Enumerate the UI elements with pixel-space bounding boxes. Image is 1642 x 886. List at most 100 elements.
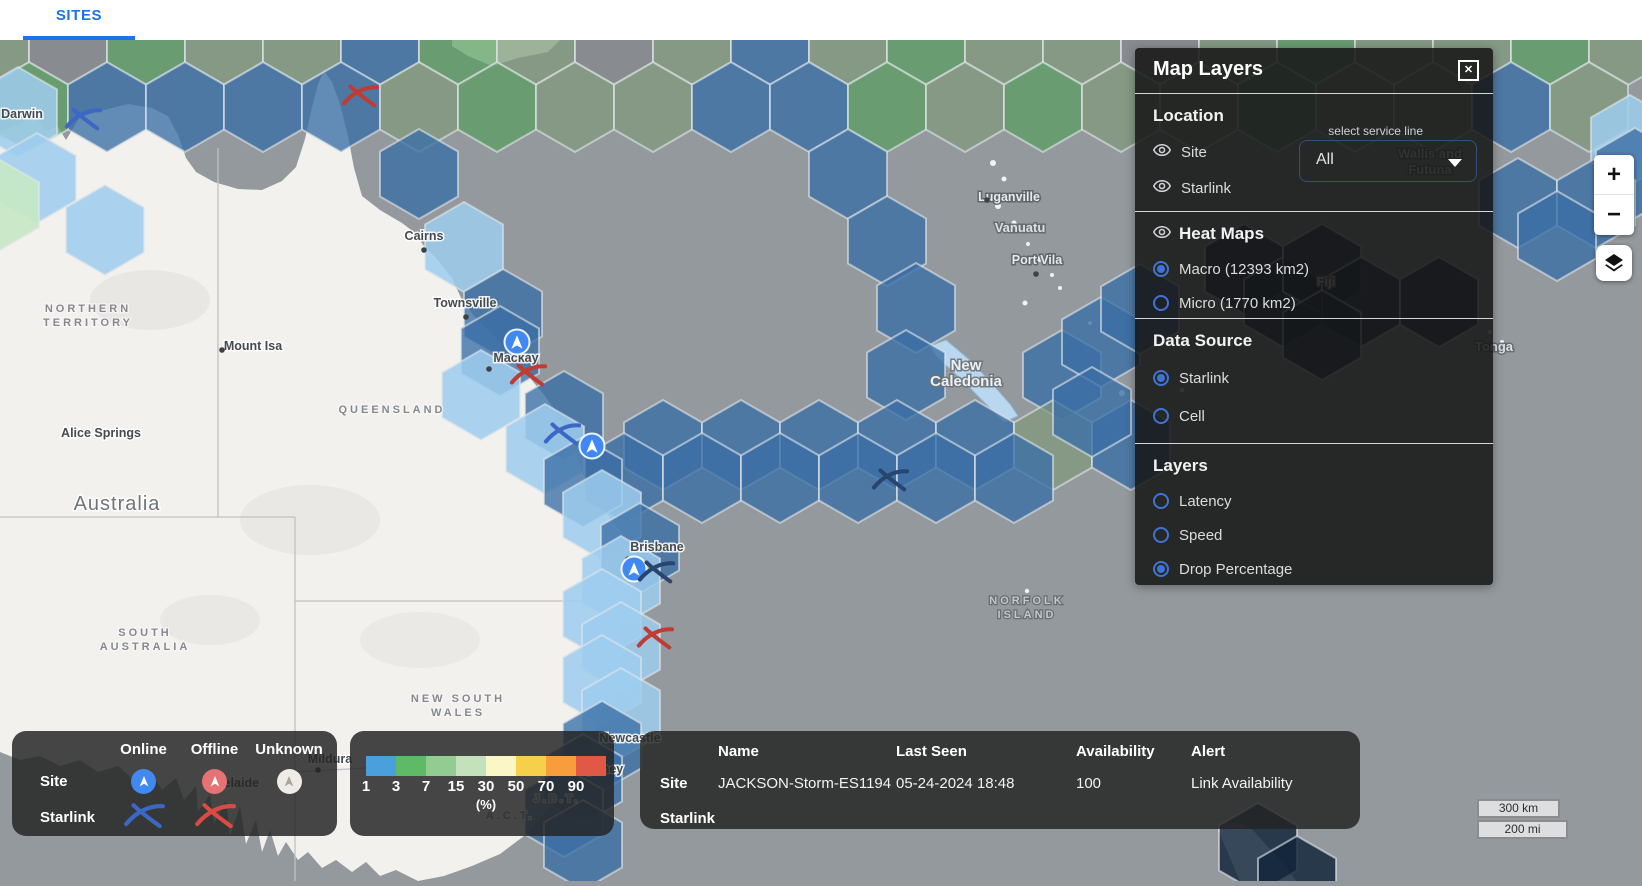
info-header-last-seen: Last Seen (896, 738, 1076, 766)
radio-row-latency[interactable]: Latency (1153, 484, 1475, 518)
radio-button[interactable] (1153, 561, 1169, 577)
map-label-queensland: QUEENSLAND (338, 404, 445, 416)
legend-row-label: Starlink (12, 799, 108, 835)
color-scale-unit: (%) (366, 797, 606, 812)
radio-label: Latency (1179, 493, 1232, 510)
legend-column-online: Online (108, 737, 179, 763)
info-header-alert: Alert (1191, 738, 1360, 766)
map-scale-km: 300 km (1477, 799, 1560, 818)
eye-icon[interactable] (1153, 224, 1171, 244)
zoom-in-button[interactable]: + (1594, 155, 1634, 195)
radio-label: Micro (1770 km2) (1179, 295, 1296, 312)
color-scale-segment (396, 756, 426, 776)
color-scale-value: 3 (381, 778, 411, 795)
info-name (718, 801, 896, 836)
info-alert (1191, 801, 1360, 836)
tab-sites[interactable]: SITES (23, 7, 135, 24)
site-marker-offline (202, 769, 227, 794)
site-marker-unknown (277, 769, 302, 794)
radio-button[interactable] (1153, 261, 1169, 277)
map-label-port-vila: Port Vila (1012, 253, 1064, 267)
eye-icon (1153, 179, 1171, 197)
color-scale-panel: 1371530507090 (%) (350, 731, 614, 836)
section-location: Location SiteStarlink select service lin… (1135, 93, 1493, 211)
info-alert: Link Availability (1191, 766, 1360, 801)
info-name: JACKSON-Storm-ES1194 (718, 766, 896, 801)
radio-row-cell[interactable]: Cell (1153, 397, 1475, 435)
site-marker[interactable] (505, 330, 530, 355)
radio-row-starlink[interactable]: Starlink (1153, 359, 1475, 397)
radio-label: Macro (12393 km2) (1179, 261, 1309, 278)
map-label-australia: Australia (74, 493, 161, 515)
radio-row-speed[interactable]: Speed (1153, 518, 1475, 552)
section-layers: Layers LatencySpeedDrop Percentage (1135, 443, 1493, 585)
color-scale-bar (366, 756, 606, 776)
radio-button[interactable] (1153, 295, 1169, 311)
chevron-down-icon (1448, 159, 1462, 167)
map-scale-mi: 200 mi (1477, 820, 1568, 839)
radio-label: Drop Percentage (1179, 561, 1292, 578)
base-layers-button[interactable] (1596, 245, 1632, 281)
radio-button[interactable] (1153, 370, 1169, 386)
radio-row-micro-1770-km2[interactable]: Micro (1770 km2) (1153, 286, 1475, 320)
info-last-seen: 05-24-2024 18:48 (896, 766, 1076, 801)
legend-column-offline: Offline (179, 737, 250, 763)
color-scale-segment (456, 756, 486, 776)
radio-button[interactable] (1153, 493, 1169, 509)
layers-icon (1602, 251, 1626, 275)
tab-active-underline (23, 36, 135, 40)
heat-maps-title: Heat Maps (1179, 224, 1264, 244)
color-scale-segment (546, 756, 576, 776)
map-layers-header: Map Layers (1135, 48, 1493, 93)
color-scale-value: 30 (471, 778, 501, 795)
section-heat-maps: Heat Maps Macro (12393 km2) Micro (1770 k… (1135, 211, 1493, 318)
map-label-vanuatu: Vanuatu (995, 220, 1046, 235)
map-layers-title: Map Layers (1153, 58, 1263, 81)
radio-row-macro-12393-km2[interactable]: Macro (12393 km2) (1153, 252, 1475, 286)
location-item-label: Site (1181, 144, 1207, 161)
hex-cell[interactable] (380, 129, 458, 219)
radio-row-drop-percentage[interactable]: Drop Percentage (1153, 552, 1475, 586)
info-availability: 100 (1076, 766, 1191, 801)
color-scale-value: 7 (411, 778, 441, 795)
color-scale-value: 90 (561, 778, 591, 795)
radio-button[interactable] (1153, 527, 1169, 543)
info-row-label: Starlink (660, 801, 718, 836)
color-scale-segment (366, 756, 396, 776)
legend-column-unknown: Unknown (250, 737, 328, 763)
map-layers-panel: Map Layers Location SiteStarlink select … (1135, 48, 1493, 585)
map-label-brisbane: Brisbane (630, 540, 684, 554)
site-info-panel: NameLast SeenAvailabilityAlertSiteJACKSO… (640, 731, 1360, 829)
color-scale-segment (486, 756, 516, 776)
radio-button[interactable] (1153, 408, 1169, 424)
color-scale-segment (516, 756, 546, 776)
map-label-darwin: Darwin (1, 107, 43, 121)
starlink-icon (122, 801, 166, 828)
info-header-name: Name (718, 738, 896, 766)
color-scale-value: 70 (531, 778, 561, 795)
location-title: Location (1153, 94, 1475, 126)
top-tab-bar: SITES (0, 0, 1642, 40)
map-label-alice-springs: Alice Springs (61, 426, 141, 440)
color-scale-segment (576, 756, 606, 776)
section-data-source: Data Source Starlink Cell (1135, 318, 1493, 443)
zoom-control: + − (1594, 155, 1634, 235)
radio-label: Speed (1179, 527, 1222, 544)
location-item-label: Starlink (1181, 180, 1231, 197)
site-marker[interactable] (580, 434, 605, 459)
color-scale-value: 50 (501, 778, 531, 795)
zoom-out-button[interactable]: − (1594, 195, 1634, 235)
map-label-norfolk-island: NORFOLKISLAND (989, 595, 1064, 621)
info-row-label: Site (660, 766, 718, 801)
starlink-marker-online (122, 801, 166, 833)
marker-legend-panel: OnlineOfflineUnknownSiteStarlink (12, 731, 337, 836)
color-scale-value: 15 (441, 778, 471, 795)
close-icon[interactable] (1458, 60, 1479, 81)
data-source-title: Data Source (1153, 319, 1475, 351)
radio-label: Cell (1179, 408, 1205, 425)
service-line-select[interactable]: All (1299, 140, 1477, 182)
starlink-icon (193, 801, 237, 828)
color-scale-value: 1 (351, 778, 381, 795)
eye-icon (1153, 143, 1171, 161)
color-scale-segment (426, 756, 456, 776)
